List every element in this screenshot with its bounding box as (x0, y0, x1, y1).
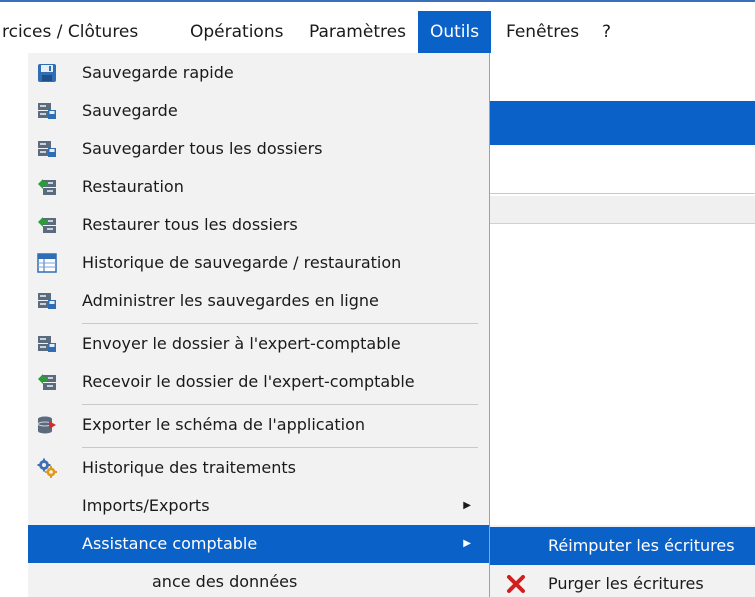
menu-item-label: ance des données (152, 572, 298, 591)
menu-item-maintenance-donnees[interactable]: ance des données (28, 563, 489, 597)
menu-operations[interactable]: Opérations (190, 11, 283, 53)
menu-item-historique-traitements[interactable]: Historique des traitements (28, 449, 489, 487)
outils-dropdown-menu: Sauvegarde rapide Sauvegarde Sauvegarder… (28, 53, 490, 597)
menu-item-historique-sauvegarde[interactable]: Historique de sauvegarde / restauration (28, 244, 489, 282)
floppy-save-icon (37, 63, 57, 83)
submenu-item-label: Purger les écritures (548, 574, 704, 593)
menu-separator (82, 447, 478, 448)
window-top-border (0, 0, 755, 11)
history-table-icon (37, 253, 57, 273)
menu-item-recevoir-dossier[interactable]: Recevoir le dossier de l'expert-comptabl… (28, 363, 489, 401)
menu-item-label: Imports/Exports (82, 496, 210, 515)
menu-item-sauvegarde-rapide[interactable]: Sauvegarde rapide (28, 54, 489, 92)
menu-item-label: Restauration (82, 177, 184, 196)
menu-item-envoyer-dossier[interactable]: Envoyer le dossier à l'expert-comptable (28, 325, 489, 363)
background-selected-row (490, 101, 755, 145)
menu-parametres[interactable]: Paramètres (309, 11, 406, 53)
menu-exercices-clotures[interactable]: rcices / Clôtures (0, 11, 180, 53)
menu-bar: rcices / Clôtures Opérations Paramètres … (0, 11, 755, 53)
receive-folder-icon (37, 372, 57, 392)
submenu-item-label: Réimputer les écritures (548, 536, 735, 555)
menu-help[interactable]: ? (602, 11, 611, 53)
menu-item-assistance-comptable[interactable]: Assistance comptable ▶ (28, 525, 489, 563)
menu-item-label: Exporter le schéma de l'application (82, 415, 366, 434)
menu-item-restauration[interactable]: Restauration (28, 168, 489, 206)
submenu-arrow-icon: ▶ (463, 500, 471, 511)
background-divider (490, 193, 755, 194)
menu-item-label: Sauvegarde (82, 101, 178, 120)
menu-item-label: Recevoir le dossier de l'expert-comptabl… (82, 372, 415, 391)
restore-icon (37, 177, 57, 197)
menu-outils[interactable]: Outils (418, 11, 491, 53)
export-schema-icon (37, 415, 57, 435)
submenu-item-purger-ecritures[interactable]: Purger les écritures (490, 565, 755, 597)
gears-icon (37, 458, 57, 478)
menu-separator (82, 404, 478, 405)
restore-all-icon (37, 215, 57, 235)
menu-fenetres[interactable]: Fenêtres (506, 11, 579, 53)
assistance-comptable-submenu: Réimputer les écritures Purger les écrit… (490, 525, 755, 597)
menu-item-label: Restaurer tous les dossiers (82, 215, 298, 234)
menu-item-label: Envoyer le dossier à l'expert-comptable (82, 334, 401, 353)
menu-item-sauvegarder-tous[interactable]: Sauvegarder tous les dossiers (28, 130, 489, 168)
menu-item-label: Assistance comptable (82, 534, 258, 553)
menu-separator (82, 323, 478, 324)
submenu-arrow-icon: ▶ (463, 538, 471, 549)
submenu-item-reimputer-ecritures[interactable]: Réimputer les écritures (490, 527, 755, 565)
online-backup-icon (37, 291, 57, 311)
menu-item-restaurer-tous[interactable]: Restaurer tous les dossiers (28, 206, 489, 244)
menu-item-label: Sauvegarder tous les dossiers (82, 139, 323, 158)
menu-item-label: Historique des traitements (82, 458, 296, 477)
menu-item-label: Administrer les sauvegardes en ligne (82, 291, 379, 310)
send-folder-icon (37, 334, 57, 354)
menu-item-imports-exports[interactable]: Imports/Exports ▶ (28, 487, 489, 525)
menu-item-label: Sauvegarde rapide (82, 63, 234, 82)
background-toolbar-strip (490, 196, 755, 224)
server-save-all-icon (37, 139, 57, 159)
menu-item-administrer-sauvegardes[interactable]: Administrer les sauvegardes en ligne (28, 282, 489, 320)
red-x-icon (506, 574, 526, 594)
menu-item-label: Historique de sauvegarde / restauration (82, 253, 402, 272)
server-save-icon (37, 101, 57, 121)
menu-item-exporter-schema[interactable]: Exporter le schéma de l'application (28, 406, 489, 444)
menu-item-sauvegarde[interactable]: Sauvegarde (28, 92, 489, 130)
